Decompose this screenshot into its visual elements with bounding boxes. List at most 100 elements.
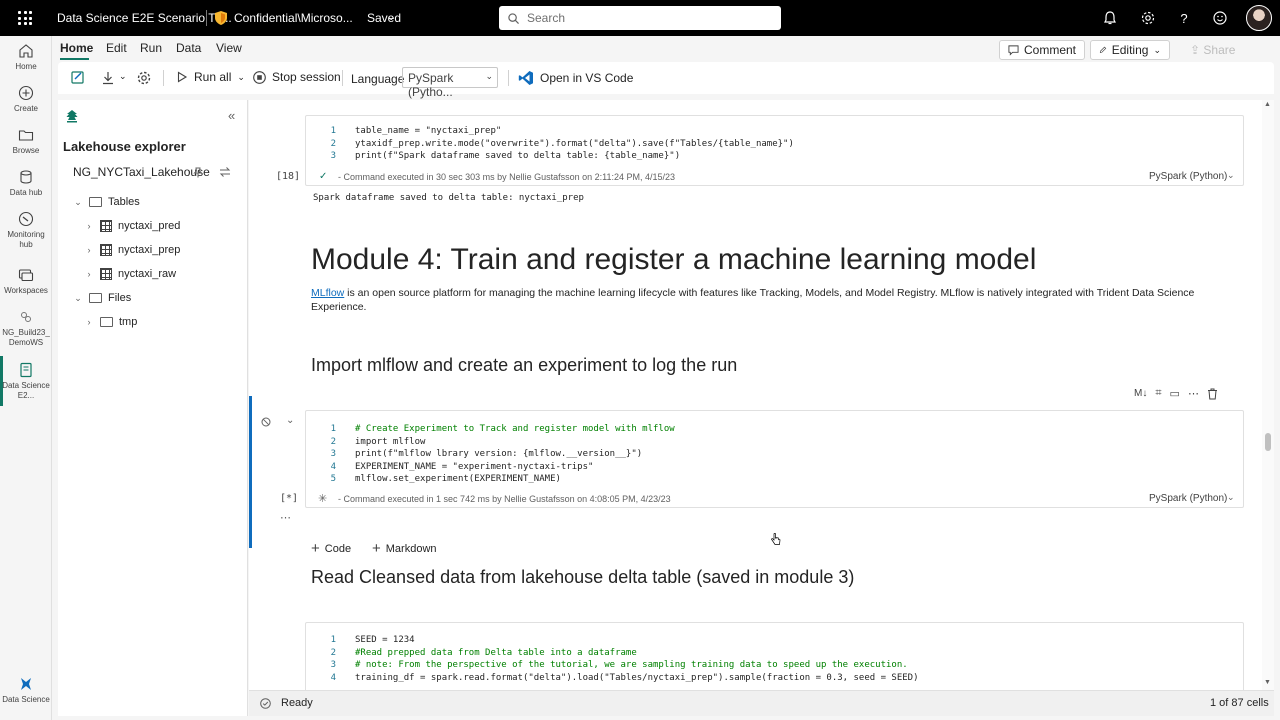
comment-icon[interactable]: ▭ bbox=[1170, 387, 1180, 400]
app-launcher-icon[interactable] bbox=[18, 11, 32, 25]
rail-label: Workspaces bbox=[4, 286, 48, 295]
chevron-down-icon[interactable]: ⌄ bbox=[73, 293, 83, 304]
rail-workspace-ng-build[interactable]: NG_Build23_ DemoWS bbox=[0, 309, 52, 348]
stop-session-button[interactable]: Stop session bbox=[253, 70, 341, 84]
help-icon[interactable]: ? bbox=[1176, 10, 1192, 26]
cell-toolbar: M↓ ⌗ ▭ ⋯ bbox=[1134, 387, 1218, 400]
bell-icon[interactable] bbox=[1102, 10, 1118, 26]
notebook-canvas[interactable]: 1 table_name = "nyctaxi_prep" 2 ytaxidf_… bbox=[249, 100, 1274, 690]
language-select[interactable]: PySpark (Pytho... ⌄ bbox=[402, 67, 498, 99]
cell-language[interactable]: PySpark (Python) bbox=[1149, 171, 1227, 182]
search-input[interactable]: Search bbox=[499, 6, 781, 30]
line-number: 4 bbox=[330, 672, 336, 683]
chevron-right-icon[interactable]: › bbox=[84, 221, 94, 231]
tree-item-files[interactable]: ⌄ Files bbox=[73, 292, 131, 304]
tree-label: tmp bbox=[119, 316, 138, 328]
editing-label: Editing bbox=[1111, 43, 1149, 57]
chevron-down-icon[interactable]: ⌄ bbox=[1227, 170, 1235, 181]
cell-language[interactable]: PySpark (Python) bbox=[1149, 493, 1227, 504]
editing-mode-button[interactable]: Editing ⌄ bbox=[1090, 40, 1170, 60]
rail-data-science-experience[interactable]: Data Science bbox=[0, 676, 52, 705]
scroll-down-icon[interactable]: ▼ bbox=[1264, 679, 1271, 686]
add-code-cell-button[interactable]: + Code bbox=[311, 540, 351, 557]
rail-data-hub[interactable]: Data hub bbox=[0, 169, 52, 198]
mlflow-link[interactable]: MLflow bbox=[311, 287, 344, 299]
settings-gear-icon[interactable] bbox=[136, 70, 152, 86]
tree-item-folder[interactable]: › tmp bbox=[84, 316, 138, 328]
settings-gear-icon[interactable] bbox=[1140, 10, 1156, 26]
chevron-down-icon[interactable]: ⌄ bbox=[387, 12, 395, 23]
tab-home[interactable]: Home bbox=[60, 41, 93, 55]
notebook-scrollbar[interactable]: ▲ ▼ bbox=[1262, 100, 1274, 690]
rail-browse[interactable]: Browse bbox=[0, 127, 52, 156]
tab-run[interactable]: Run bbox=[140, 41, 162, 55]
collapse-cell-icon[interactable]: ⌄ bbox=[286, 415, 294, 426]
chevron-down-icon: ⌄ bbox=[1153, 44, 1161, 55]
ready-check-icon bbox=[260, 698, 271, 709]
cell-status: - Command executed in 1 sec 742 ms by Ne… bbox=[338, 494, 671, 504]
code-line: SEED = 1234 bbox=[355, 635, 415, 645]
tab-view[interactable]: View bbox=[216, 41, 242, 55]
pencil-icon bbox=[1099, 46, 1107, 53]
chevron-down-icon[interactable]: ⌄ bbox=[1227, 492, 1235, 503]
title-divider bbox=[206, 10, 207, 26]
chevron-right-icon[interactable]: › bbox=[84, 269, 94, 279]
tree-item-table[interactable]: › nyctaxi_raw bbox=[84, 268, 176, 280]
chevron-down-icon[interactable]: ⌄ bbox=[73, 197, 83, 208]
tree-item-tables[interactable]: ⌄ Tables bbox=[73, 196, 140, 208]
run-all-button[interactable]: Run all ⌄ bbox=[176, 70, 245, 84]
stop-session-label: Stop session bbox=[272, 70, 341, 84]
saved-status[interactable]: Saved bbox=[367, 11, 401, 25]
rail-label: Data Science bbox=[2, 695, 50, 704]
code-line: # note: From the perspective of the tuto… bbox=[355, 660, 908, 671]
share-icon: ⇪ bbox=[1190, 43, 1201, 57]
tree-item-table[interactable]: › nyctaxi_prep bbox=[84, 244, 180, 256]
code-cell[interactable]: 1 table_name = "nyctaxi_prep" 2 ytaxidf_… bbox=[305, 115, 1244, 186]
folder-icon bbox=[18, 130, 34, 141]
switch-icon[interactable] bbox=[219, 166, 231, 178]
delete-icon[interactable] bbox=[1207, 388, 1218, 400]
download-icon[interactable] bbox=[100, 70, 116, 86]
tab-edit[interactable]: Edit bbox=[106, 41, 127, 55]
collapse-panel-icon[interactable]: « bbox=[228, 108, 235, 123]
chevron-right-icon[interactable]: › bbox=[84, 317, 94, 327]
markdown-toggle-icon[interactable]: M↓ bbox=[1134, 388, 1147, 399]
lakehouse-explorer-panel: « Lakehouse explorer NG_NYCTaxi_Lakehous… bbox=[58, 100, 248, 716]
code-line: print(f"mlflow lbrary version: {mlflow._… bbox=[355, 449, 643, 460]
tab-data[interactable]: Data bbox=[176, 41, 201, 55]
notebook-edit-icon[interactable] bbox=[70, 70, 86, 86]
sensitivity-label[interactable]: Confidential\Microso... bbox=[234, 11, 353, 25]
comment-button[interactable]: Comment bbox=[999, 40, 1085, 60]
rail-notebook-data-science[interactable]: Data Science E2... bbox=[0, 362, 52, 401]
scrollbar-thumb[interactable] bbox=[1265, 433, 1271, 451]
more-options-icon[interactable]: ⋯ bbox=[1188, 387, 1199, 400]
open-in-vscode-button[interactable]: Open in VS Code bbox=[518, 70, 633, 86]
rail-create[interactable]: Create bbox=[0, 85, 52, 114]
user-avatar[interactable] bbox=[1246, 5, 1272, 31]
share-button[interactable]: ⇪ Share bbox=[1190, 43, 1235, 57]
pin-icon[interactable] bbox=[193, 167, 203, 178]
code-line: training_df = spark.read.format("delta")… bbox=[355, 672, 919, 683]
rail-workspaces[interactable]: Workspaces bbox=[0, 267, 52, 296]
lock-cell-icon[interactable]: ⌗ bbox=[1155, 387, 1161, 400]
add-markdown-cell-button[interactable]: + Markdown bbox=[372, 540, 437, 557]
cancel-run-icon[interactable] bbox=[261, 417, 271, 427]
more-options-icon[interactable]: ⋯ bbox=[280, 511, 291, 524]
code-line: print(f"Spark dataframe saved to delta t… bbox=[355, 151, 681, 162]
scroll-up-icon[interactable]: ▲ bbox=[1264, 101, 1271, 108]
lakehouse-name[interactable]: NG_NYCTaxi_Lakehouse bbox=[73, 165, 210, 179]
feedback-smiley-icon[interactable] bbox=[1212, 10, 1228, 26]
line-number: 4 bbox=[330, 461, 336, 472]
rail-label: Data Science E2... bbox=[2, 381, 50, 400]
chevron-down-icon[interactable]: ⌄ bbox=[119, 71, 127, 82]
code-cell[interactable]: 1 # Create Experiment to Track and regis… bbox=[305, 410, 1244, 508]
rail-monitoring-hub[interactable]: Monitoring hub bbox=[0, 211, 52, 250]
share-label: Share bbox=[1203, 43, 1236, 57]
rail-home[interactable]: Home bbox=[0, 43, 52, 72]
line-number: 1 bbox=[330, 424, 336, 434]
table-icon bbox=[100, 244, 112, 256]
code-cell[interactable]: 1 SEED = 1234 2 #Read prepped data from … bbox=[305, 622, 1244, 690]
toolbar-divider bbox=[342, 70, 343, 86]
chevron-right-icon[interactable]: › bbox=[84, 245, 94, 255]
tree-item-table[interactable]: › nyctaxi_pred bbox=[84, 220, 180, 232]
